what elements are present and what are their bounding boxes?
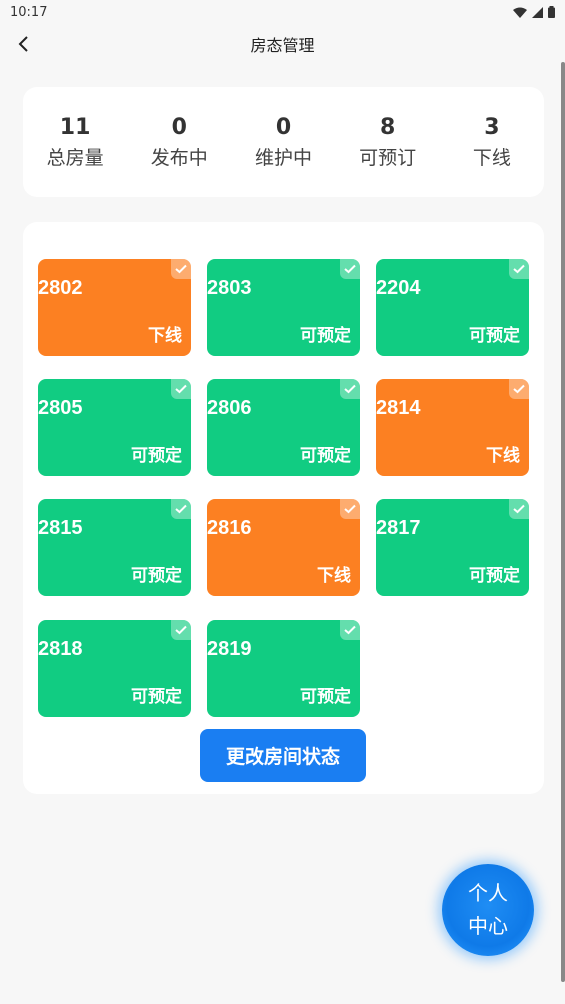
wifi-icon xyxy=(513,7,527,18)
checkmark-icon[interactable] xyxy=(509,259,529,279)
room-status: 可预定 xyxy=(300,446,351,466)
stat-label: 总房量 xyxy=(46,147,104,169)
stat-value: 8 xyxy=(380,115,396,140)
room-status: 可预定 xyxy=(300,687,351,707)
stat-value: 0 xyxy=(275,115,292,140)
room-status: 可预定 xyxy=(469,326,520,346)
room-number: 2204 xyxy=(376,277,421,299)
status-bar: 10:17 xyxy=(0,0,565,24)
stats-card: 11 总房量 0 发布中 0 维护中 8 可预订 3 下线 xyxy=(23,87,544,197)
room-status: 可预定 xyxy=(131,446,182,466)
stat-value: 11 xyxy=(59,115,91,140)
room-status: 可预定 xyxy=(300,326,351,346)
room-tile[interactable]: 2816 下线 xyxy=(207,499,360,596)
room-tile[interactable]: 2818 可预定 xyxy=(38,620,191,717)
room-tile[interactable]: 2806 可预定 xyxy=(207,379,360,476)
room-number: 2818 xyxy=(38,638,83,660)
room-number: 2817 xyxy=(376,517,421,539)
room-number: 2815 xyxy=(38,517,83,539)
page-title: 房态管理 xyxy=(250,36,315,55)
checkmark-icon[interactable] xyxy=(340,379,360,399)
room-tile[interactable]: 2819 可预定 xyxy=(207,620,360,717)
room-tile[interactable]: 2803 可预定 xyxy=(207,259,360,356)
room-status: 下线 xyxy=(148,326,182,346)
stat-value: 3 xyxy=(484,115,500,140)
nav-bar: 房态管理 xyxy=(0,24,565,64)
stat-offline: 3 下线 xyxy=(440,114,544,170)
checkmark-icon[interactable] xyxy=(171,259,191,279)
checkmark-icon[interactable] xyxy=(340,620,360,640)
checkmark-icon[interactable] xyxy=(340,499,360,519)
checkmark-icon[interactable] xyxy=(509,499,529,519)
room-status: 可预定 xyxy=(469,566,520,586)
room-number: 2802 xyxy=(38,277,83,299)
room-tile[interactable]: 2814 下线 xyxy=(376,379,529,476)
checkmark-icon[interactable] xyxy=(171,620,191,640)
room-tile[interactable]: 2817 可预定 xyxy=(376,499,529,596)
stat-value: 0 xyxy=(171,115,187,140)
room-tile[interactable]: 2805 可预定 xyxy=(38,379,191,476)
room-number: 2814 xyxy=(376,397,421,419)
status-time: 10:17 xyxy=(10,4,48,20)
room-number: 2805 xyxy=(38,397,83,419)
stat-total: 11 总房量 xyxy=(23,114,127,170)
change-room-status-button[interactable]: 更改房间状态 xyxy=(200,729,366,782)
checkmark-icon[interactable] xyxy=(171,499,191,519)
stat-label: 可预订 xyxy=(359,147,417,169)
checkmark-icon[interactable] xyxy=(509,379,529,399)
stat-maintenance: 0 维护中 xyxy=(231,114,335,170)
room-tile[interactable]: 2204 可预定 xyxy=(376,259,529,356)
stat-label: 下线 xyxy=(472,147,511,169)
signal-icon xyxy=(532,6,543,18)
status-icons xyxy=(513,6,555,18)
rooms-card: 2802 下线 2803 可预定 2204 可预定 2805 可预定 2806 可预定 2814 下线… xyxy=(23,222,544,794)
stat-label: 维护中 xyxy=(254,147,312,169)
room-number: 2819 xyxy=(207,638,252,660)
fab-label-line2: 中心 xyxy=(468,914,508,938)
room-number: 2806 xyxy=(207,397,252,419)
room-status: 下线 xyxy=(486,446,520,466)
checkmark-icon[interactable] xyxy=(340,259,360,279)
battery-icon xyxy=(548,6,555,18)
room-status: 下线 xyxy=(317,566,351,586)
stat-publishing: 0 发布中 xyxy=(127,114,231,170)
room-status: 可预定 xyxy=(131,566,182,586)
room-status: 可预定 xyxy=(131,687,182,707)
chevron-left-icon xyxy=(18,36,28,52)
room-number: 2803 xyxy=(207,277,252,299)
personal-center-button[interactable]: 个人 中心 xyxy=(442,864,534,956)
scrollbar[interactable] xyxy=(561,62,565,982)
fab-label-line1: 个人 xyxy=(468,881,508,905)
stat-label: 发布中 xyxy=(150,147,208,169)
room-tile[interactable]: 2802 下线 xyxy=(38,259,191,356)
stat-bookable: 8 可预订 xyxy=(336,114,440,170)
checkmark-icon[interactable] xyxy=(171,379,191,399)
room-number: 2816 xyxy=(207,517,252,539)
back-button[interactable] xyxy=(12,32,36,56)
room-tile[interactable]: 2815 可预定 xyxy=(38,499,191,596)
